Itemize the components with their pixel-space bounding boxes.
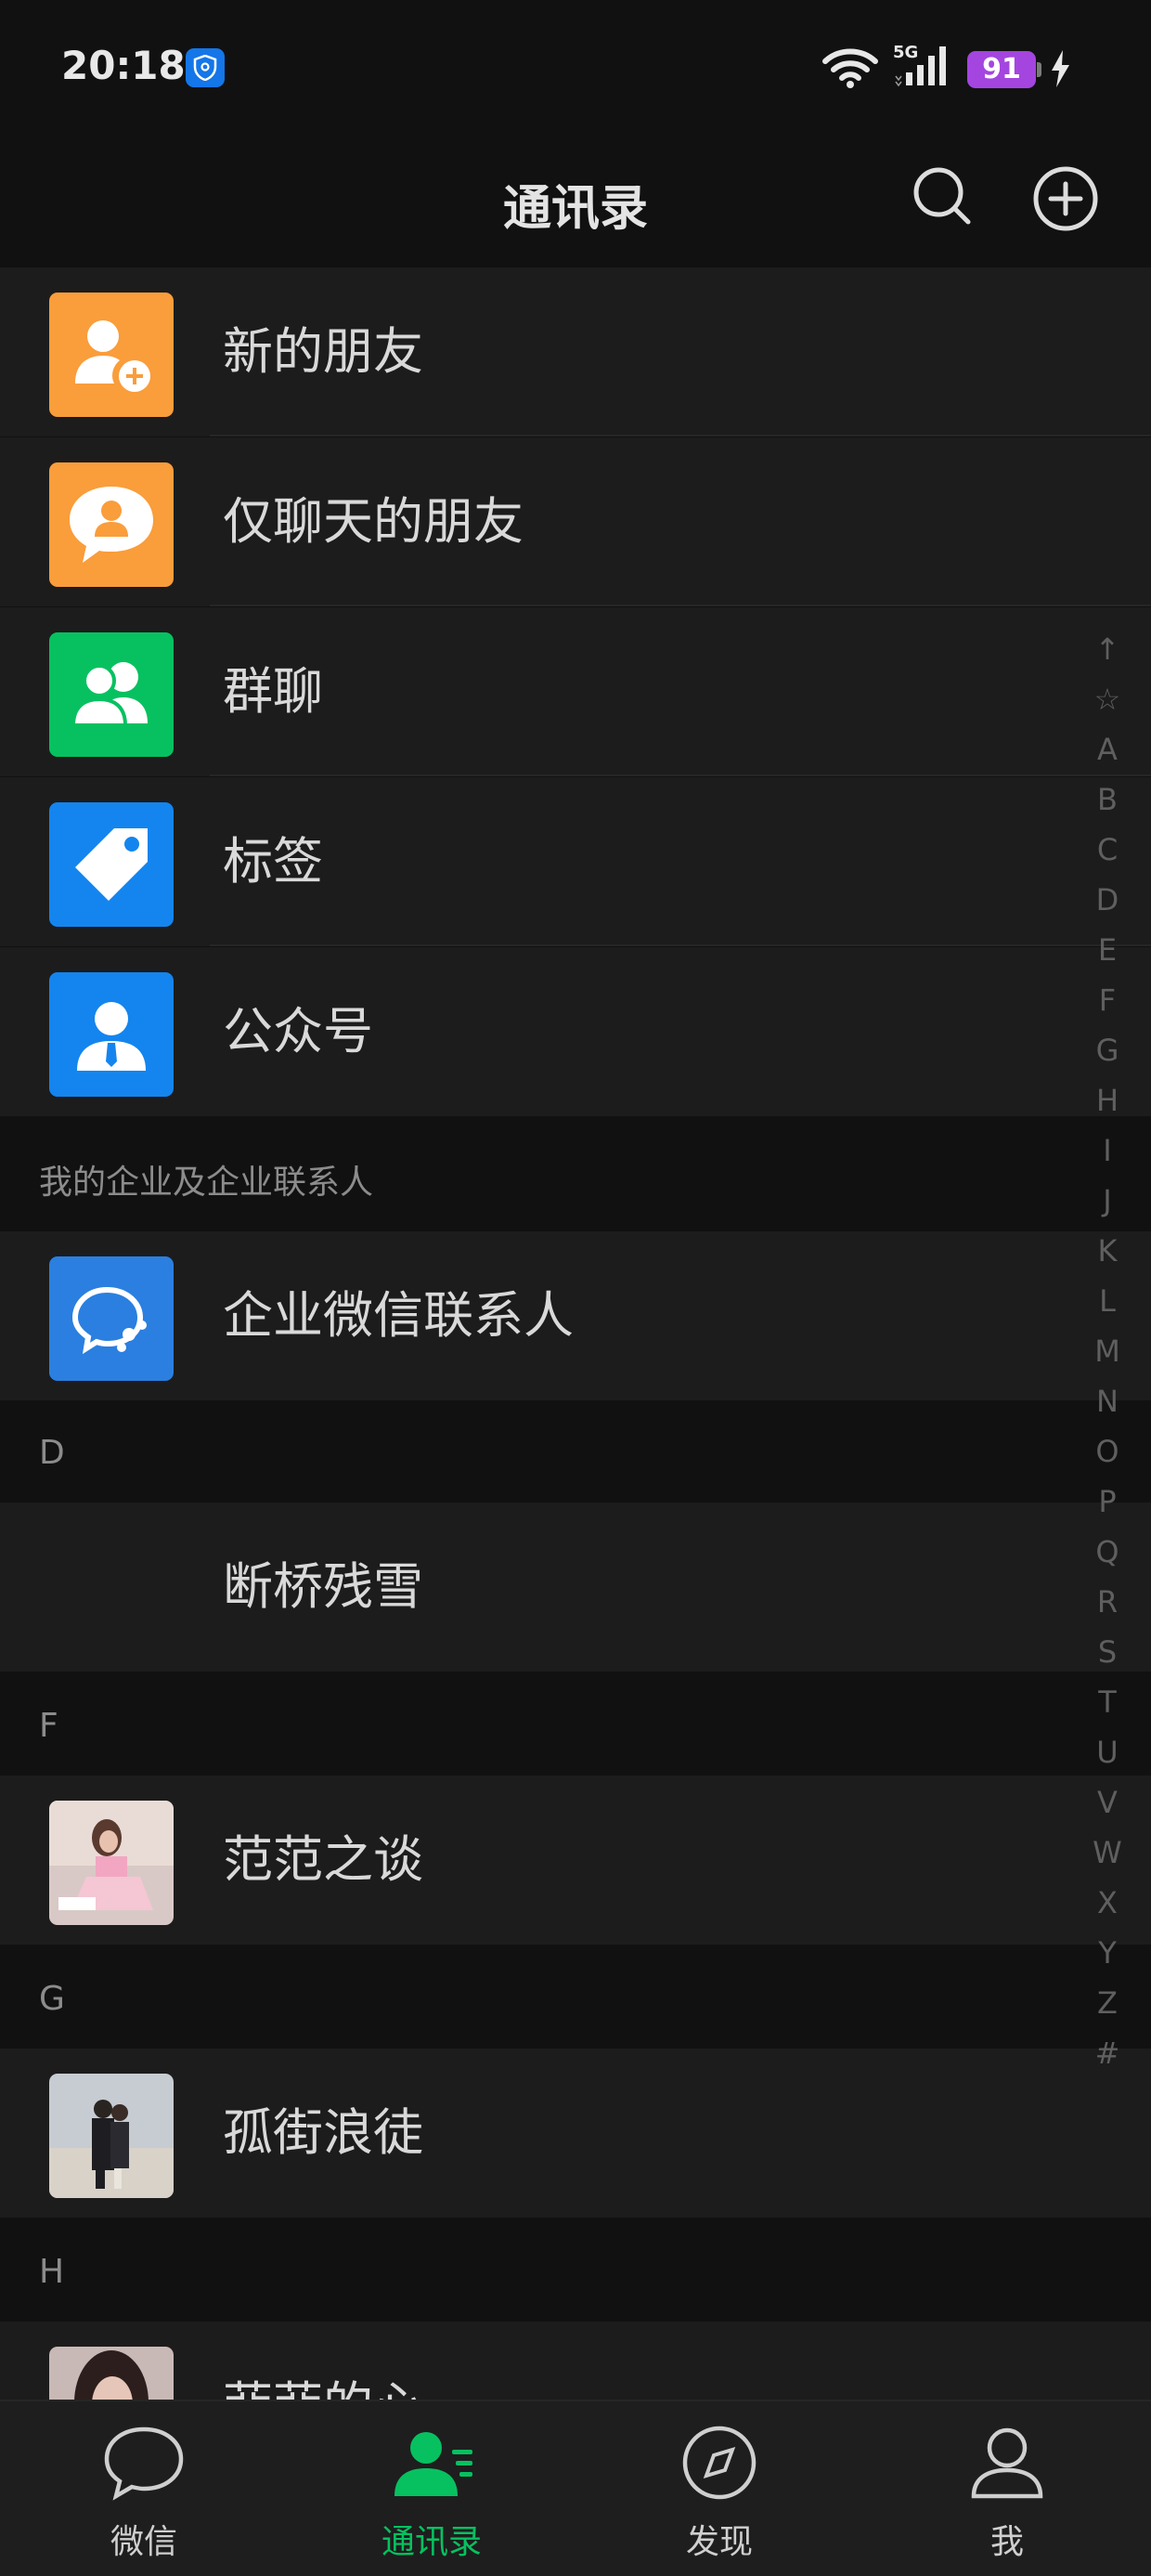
section-header-f: F bbox=[0, 1673, 1151, 1776]
alphabet-index-letter[interactable]: F bbox=[1084, 975, 1131, 1025]
chat-bubble-icon bbox=[104, 2426, 184, 2501]
section-letter: H bbox=[39, 2253, 65, 2291]
tab-label: 我 bbox=[989, 2523, 1024, 2561]
status-time: 20:18 bbox=[61, 43, 186, 88]
signal-bars-icon bbox=[895, 46, 946, 87]
contact-name: 范范之谈 bbox=[223, 1830, 423, 1889]
wifi-icon bbox=[822, 48, 878, 88]
list-item-tags[interactable]: 标签 bbox=[0, 777, 1151, 946]
alphabet-index-letter[interactable]: ☆ bbox=[1084, 674, 1131, 724]
contact-row[interactable]: 范范之谈 bbox=[0, 1776, 1151, 1945]
list-item-label: 公众号 bbox=[223, 1002, 373, 1060]
alphabet-index-letter[interactable]: I bbox=[1084, 1125, 1131, 1176]
alphabet-index-letter[interactable]: B bbox=[1084, 774, 1131, 825]
person-icon bbox=[971, 2427, 1043, 2499]
alphabet-index-letter[interactable]: Z bbox=[1084, 1978, 1131, 2028]
section-header-d: D bbox=[0, 1402, 1151, 1503]
contact-avatar bbox=[49, 1528, 174, 1652]
alphabet-index-letter[interactable]: N bbox=[1084, 1376, 1131, 1426]
divider bbox=[210, 774, 1151, 776]
divider bbox=[210, 435, 1151, 436]
alphabet-index-letter[interactable]: X bbox=[1084, 1878, 1131, 1928]
compass-icon bbox=[682, 2426, 757, 2500]
alphabet-index-letter[interactable]: D bbox=[1084, 875, 1131, 925]
alphabet-index-letter[interactable]: # bbox=[1084, 2028, 1131, 2078]
battery-tip bbox=[1037, 62, 1041, 77]
tab-contacts[interactable]: 通讯录 bbox=[288, 2401, 576, 2576]
list-item-new-friends[interactable]: 新的朋友 bbox=[0, 267, 1151, 436]
alphabet-index-letter[interactable]: H bbox=[1084, 1075, 1131, 1125]
alphabet-index-letter[interactable]: ↑ bbox=[1084, 624, 1131, 674]
list-item-chat-only-friends[interactable]: 仅聊天的朋友 bbox=[0, 437, 1151, 606]
list-item-label: 仅聊天的朋友 bbox=[223, 492, 524, 551]
search-icon[interactable] bbox=[912, 165, 973, 227]
status-bar: 20:18 5G 91 bbox=[0, 0, 1151, 130]
list-item-label: 新的朋友 bbox=[223, 322, 423, 381]
section-header-h: H bbox=[0, 2219, 1151, 2322]
tab-discover[interactable]: 发现 bbox=[576, 2401, 863, 2576]
alphabet-index-letter[interactable]: L bbox=[1084, 1276, 1131, 1326]
add-friend-icon bbox=[49, 293, 174, 417]
alphabet-index-letter[interactable]: C bbox=[1084, 825, 1131, 875]
page-title: 通讯录 bbox=[502, 181, 648, 237]
list-item-wecom-contacts[interactable]: 企业微信联系人 bbox=[0, 1231, 1151, 1400]
section-header-label: 我的企业及企业联系人 bbox=[39, 1164, 374, 1202]
alphabet-index-letter[interactable]: P bbox=[1084, 1477, 1131, 1527]
tab-chats[interactable]: 微信 bbox=[0, 2401, 288, 2576]
alphabet-index-letter[interactable]: U bbox=[1084, 1727, 1131, 1777]
divider bbox=[210, 944, 1151, 946]
alphabet-index-letter[interactable]: R bbox=[1084, 1577, 1131, 1627]
list-item-label: 群聊 bbox=[223, 662, 323, 721]
contact-avatar bbox=[49, 1801, 174, 1925]
alphabet-index-letter[interactable]: O bbox=[1084, 1426, 1131, 1477]
wecom-icon bbox=[49, 1256, 174, 1381]
alphabet-index-letter[interactable]: T bbox=[1084, 1677, 1131, 1727]
cellular-signal: 5G bbox=[893, 43, 952, 87]
contacts-icon bbox=[394, 2432, 472, 2496]
contact-avatar bbox=[49, 2074, 174, 2198]
contact-row[interactable]: 孤街浪徒 bbox=[0, 2049, 1151, 2218]
alphabet-index-letter[interactable]: A bbox=[1084, 724, 1131, 774]
security-shield-icon bbox=[186, 48, 225, 87]
alphabet-index-letter[interactable]: Q bbox=[1084, 1527, 1131, 1577]
tab-label: 发现 bbox=[685, 2523, 753, 2561]
battery-level: 91 bbox=[967, 51, 1036, 88]
section-letter: D bbox=[39, 1434, 65, 1472]
alphabet-index-letter[interactable]: W bbox=[1084, 1828, 1131, 1878]
contact-row[interactable]: 断桥残雪 bbox=[0, 1503, 1151, 1672]
bottom-tab-bar: 微信 通讯录 发现 我 bbox=[0, 2400, 1151, 2576]
contact-name: 断桥残雪 bbox=[223, 1557, 423, 1616]
group-chat-icon bbox=[49, 632, 174, 757]
tag-icon bbox=[49, 802, 174, 927]
alphabet-index-letter[interactable]: Y bbox=[1084, 1928, 1131, 1978]
charging-bolt-icon bbox=[1052, 50, 1069, 87]
list-item-group-chats[interactable]: 群聊 bbox=[0, 607, 1151, 776]
alphabet-index-letter[interactable]: E bbox=[1084, 925, 1131, 975]
divider bbox=[210, 605, 1151, 606]
section-letter: G bbox=[39, 1980, 65, 2018]
list-item-label: 标签 bbox=[223, 832, 323, 891]
alphabet-index-letter[interactable]: K bbox=[1084, 1226, 1131, 1276]
top-nav-bar: 通讯录 bbox=[0, 130, 1151, 267]
list-item-official-accounts[interactable]: 公众号 bbox=[0, 947, 1151, 1116]
list-item-label: 企业微信联系人 bbox=[223, 1286, 574, 1345]
section-header-g: G bbox=[0, 1946, 1151, 2049]
tab-me[interactable]: 我 bbox=[863, 2401, 1151, 2576]
tab-label: 微信 bbox=[110, 2523, 177, 2561]
contact-name: 孤街浪徒 bbox=[223, 2103, 423, 2162]
chat-only-friend-icon bbox=[49, 462, 174, 587]
section-header-enterprise: 我的企业及企业联系人 bbox=[0, 1118, 1151, 1231]
alphabet-index-letter[interactable]: G bbox=[1084, 1025, 1131, 1075]
alphabet-index-letter[interactable]: V bbox=[1084, 1777, 1131, 1828]
alphabet-index-letter[interactable]: M bbox=[1084, 1326, 1131, 1376]
official-account-icon bbox=[49, 972, 174, 1097]
tab-label: 通讯录 bbox=[381, 2523, 482, 2561]
alphabet-index-letter[interactable]: S bbox=[1084, 1627, 1131, 1677]
section-letter: F bbox=[39, 1707, 58, 1745]
alphabet-index-letter[interactable]: J bbox=[1084, 1176, 1131, 1226]
add-plus-icon[interactable] bbox=[1032, 165, 1099, 232]
alphabet-index[interactable]: ↑ ☆ A B C D E F G H I J K L M N O P Q R S T U V W X Y Z # bbox=[1084, 624, 1131, 2078]
